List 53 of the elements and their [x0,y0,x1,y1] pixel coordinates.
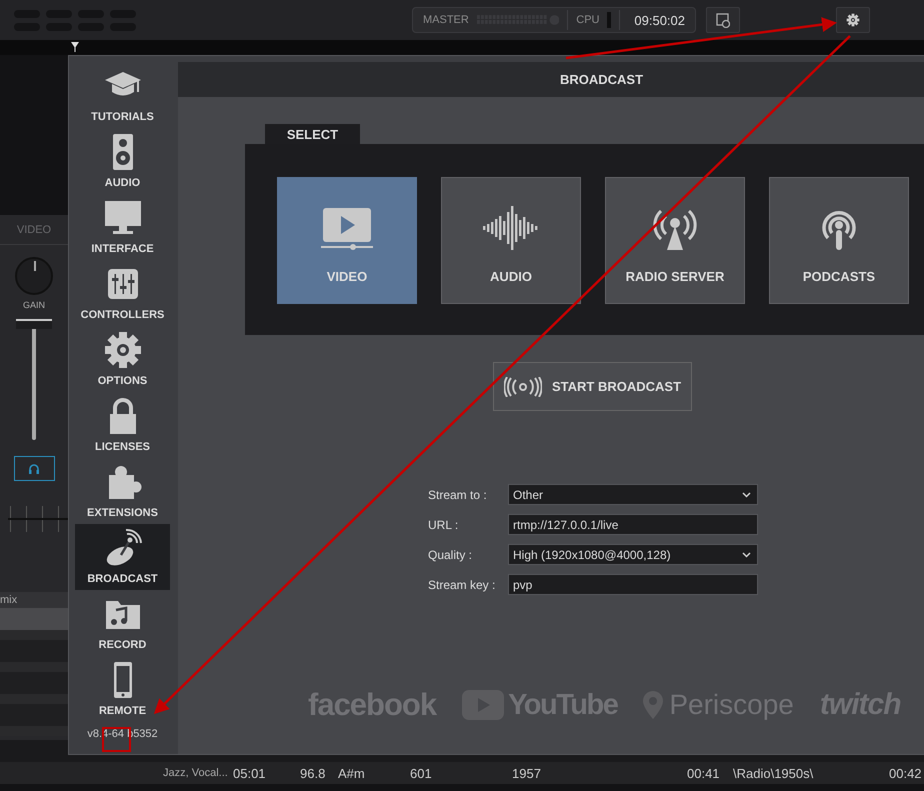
table-cell-text: 96.8 [300,766,326,780]
input-field[interactable]: pvp [508,574,758,595]
sidebar-item[interactable]: EXTENSIONS [75,458,170,524]
gain-label: GAIN [22,300,45,310]
panel-title: BROADCAST [178,62,924,97]
field-label: Stream to : [428,488,488,502]
sidebar-item[interactable]: RECORD [75,590,170,656]
sidebar-item[interactable]: BROADCAST [75,524,170,590]
gear-icon [102,330,142,370]
fader-handle[interactable] [16,319,52,330]
table-cell-text: 05:01 [233,766,267,780]
broadcast-type-tile[interactable]: AUDIO [441,177,581,304]
settings-icon [846,13,860,27]
table-cell-text: Jazz, Vocal... [163,767,229,779]
headphones-icon [28,462,40,474]
list-header: mix [0,592,68,608]
table-cell-text: \Radio\1950s\ [733,766,814,780]
input-field[interactable]: rtmp://127.0.0.1/live [508,514,758,535]
select-tab[interactable]: SELECT [265,124,360,144]
settings-button[interactable] [836,7,870,33]
calendar-clock-button[interactable] [706,7,740,33]
headphones-button[interactable] [14,456,54,481]
sidebar-item[interactable]: REMOTE [75,656,170,722]
sidebar-item[interactable]: TUTORIALS [75,62,170,128]
position-marker-icon [71,42,79,52]
master-label: MASTER [423,14,469,26]
field-label: Stream key : [428,578,496,592]
gain-knob[interactable] [15,257,53,295]
broadcast-type-tile[interactable]: PODCASTS [769,177,909,304]
dropdown[interactable]: Other [508,484,758,505]
chevron-down-icon [742,552,751,558]
cpu-label: CPU [576,14,600,26]
table-cell-text: 1957 [512,766,542,780]
clock: 09:50:02 [634,12,685,28]
broadcast-waves-icon [504,376,542,396]
field-label: Quality : [428,548,474,562]
table-cell-text: 00:42 [889,766,923,780]
track-row[interactable]: Jazz, Vocal... 05:01 96.8 A#m 601 1957 00:41 \Radio\1950s\ 00:42 [0,762,924,784]
broadcast-type-tile[interactable]: RADIO SERVER [605,177,745,304]
sidebar-item[interactable]: INTERFACE [75,194,170,260]
field-label: URL : [428,518,460,532]
sidebar-item[interactable]: OPTIONS [75,326,170,392]
table-cell-text: 601 [410,766,433,780]
table-cell-text: A#m [338,766,366,780]
sidebar-item[interactable]: LICENSES [75,392,170,458]
dropdown[interactable]: High (1920x1080@4000,128) [508,544,758,565]
sidebar-item[interactable]: CONTROLLERS [75,260,170,326]
cpu-meter [607,12,612,28]
table-cell-text: 00:41 [687,766,721,780]
start-broadcast-button[interactable]: START BROADCAST [493,362,692,411]
sidebar-item[interactable]: AUDIO [75,128,170,194]
calendar-clock-icon [716,12,730,28]
chevron-down-icon [742,492,751,498]
